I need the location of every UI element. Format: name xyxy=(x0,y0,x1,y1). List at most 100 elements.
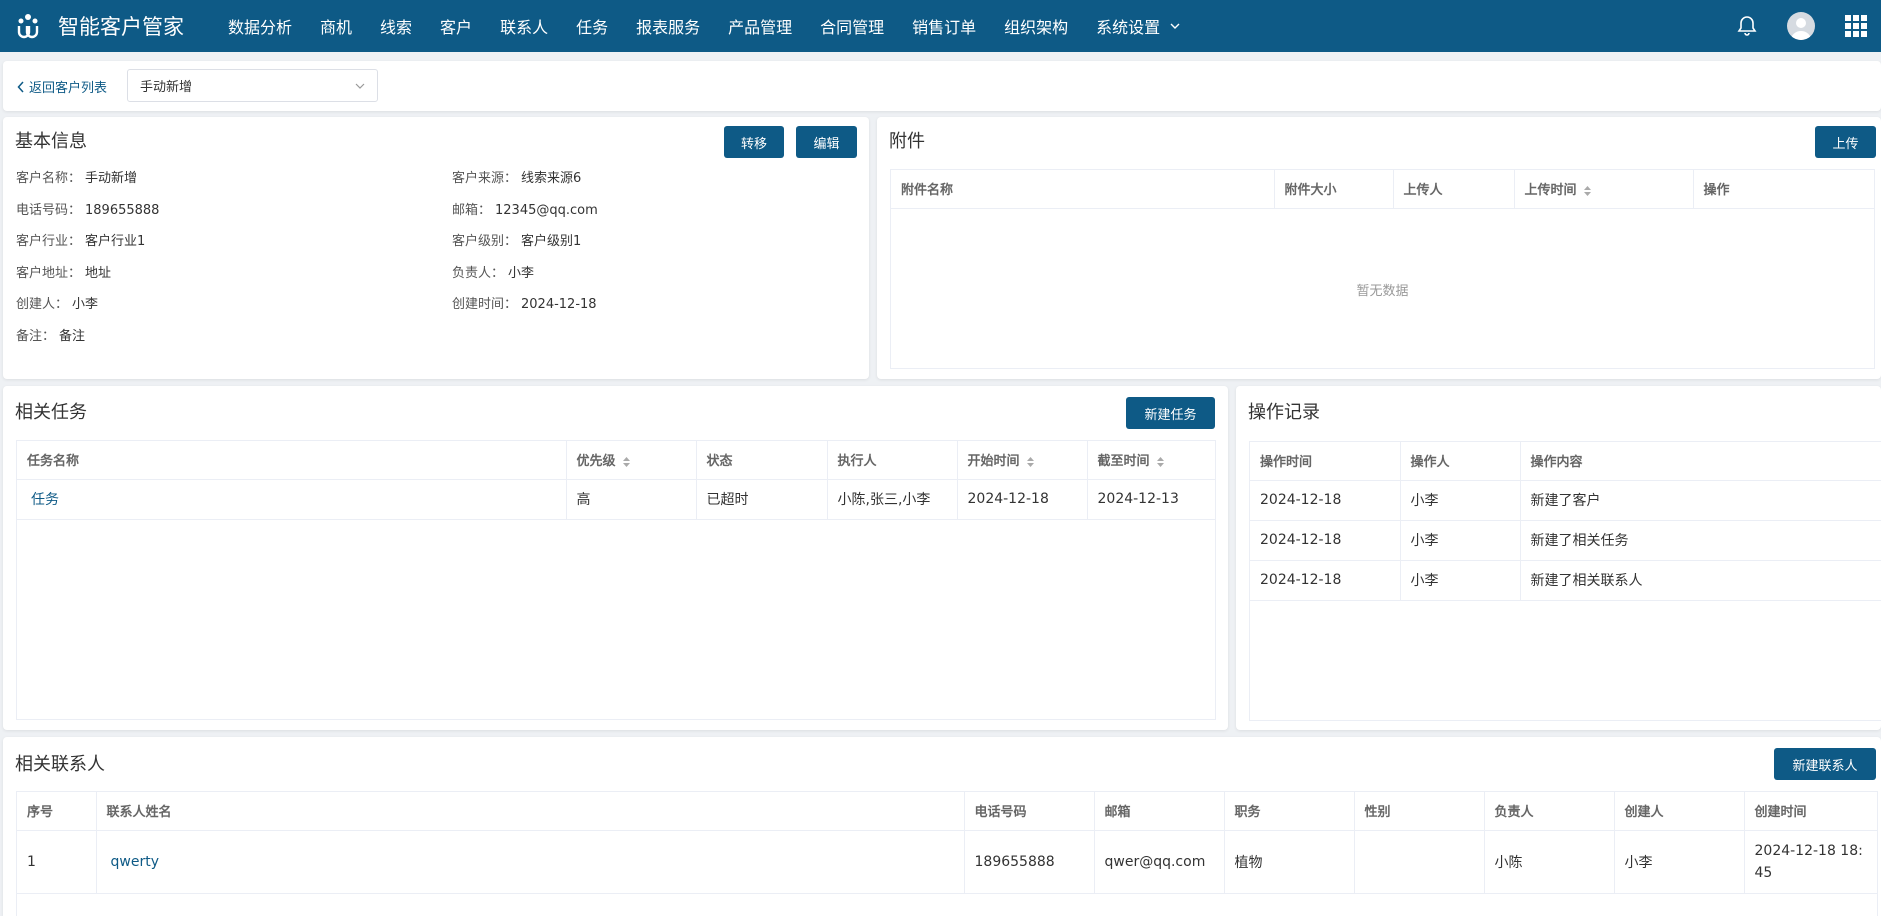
log-content: 新建了相关联系人 xyxy=(1520,560,1881,601)
basic-info-title: 基本信息 xyxy=(15,131,87,152)
nav-item-contracts[interactable]: 合同管理 xyxy=(820,14,884,38)
sort-icon[interactable] xyxy=(1583,185,1592,197)
col-gender: 性别 xyxy=(1354,792,1485,831)
edit-button[interactable]: 编辑 xyxy=(796,126,857,158)
col-creator: 创建人 xyxy=(1614,792,1745,831)
info-address: 客户地址： 地址 xyxy=(16,266,112,281)
col-status: 状态 xyxy=(696,441,828,480)
col-phone: 电话号码 xyxy=(964,792,1095,831)
contact-name-link[interactable]: qwerty xyxy=(111,854,159,870)
sub-toolbar: 返回客户列表 手动新增 xyxy=(3,61,1881,111)
task-name-link[interactable]: 任务 xyxy=(31,492,59,508)
col-upload-time[interactable]: 上传时间 xyxy=(1514,170,1694,209)
upload-button[interactable]: 上传 xyxy=(1815,126,1876,158)
contact-index: 1 xyxy=(17,830,97,894)
nav-item-leads[interactable]: 线索 xyxy=(380,14,412,38)
col-job: 职务 xyxy=(1224,792,1355,831)
related-contacts-title: 相关联系人 xyxy=(15,754,105,775)
log-time: 2024-12-18 xyxy=(1250,560,1401,601)
info-level: 客户级别： 客户级别1 xyxy=(452,234,582,249)
col-start-time[interactable]: 开始时间 xyxy=(957,441,1088,480)
brand[interactable]: 智能客户管家 xyxy=(14,11,214,41)
info-industry: 客户行业： 客户行业1 xyxy=(16,234,146,249)
log-time: 2024-12-18 xyxy=(1250,520,1401,561)
operation-log-title: 操作记录 xyxy=(1248,402,1320,423)
chevron-down-icon xyxy=(1170,23,1180,29)
attachments-title: 附件 xyxy=(889,131,925,152)
nav-item-products[interactable]: 产品管理 xyxy=(728,14,792,38)
app-logo-icon xyxy=(17,14,39,39)
transfer-button[interactable]: 转移 xyxy=(724,126,784,158)
operation-log-panel: 操作记录 操作时间 操作人 操作内容 2024-12-18 小李 新建了客户 2… xyxy=(1236,386,1881,730)
nav-item-organization[interactable]: 组织架构 xyxy=(1004,14,1068,38)
contact-owner: 小陈 xyxy=(1484,830,1615,894)
contact-created-time: 2024-12-18 18: 45 xyxy=(1744,830,1877,894)
col-attachment-name: 附件名称 xyxy=(891,170,1275,209)
nav-item-reports[interactable]: 报表服务 xyxy=(636,14,700,38)
nav-item-sales-orders[interactable]: 销售订单 xyxy=(912,14,976,38)
nav-item-customers[interactable]: 客户 xyxy=(440,14,472,38)
related-contacts-panel: 相关联系人 新建联系人 序号 联系人姓名 电话号码 邮箱 职务 性别 负责人 创… xyxy=(3,737,1881,916)
table-row: 任务 高 已超时 小陈,张三,小李 2024-12-18 2024-12-13 xyxy=(17,479,1215,520)
back-to-customer-list-link[interactable]: 返回客户列表 xyxy=(17,77,107,96)
table-row: 2024-12-18 小李 新建了相关联系人 xyxy=(1250,560,1881,601)
col-priority[interactable]: 优先级 xyxy=(566,441,697,480)
info-created-time: 创建时间： 2024-12-18 xyxy=(452,297,597,312)
col-email: 邮箱 xyxy=(1094,792,1225,831)
task-executor: 小陈,张三,小李 xyxy=(827,479,958,520)
col-op-content: 操作内容 xyxy=(1520,442,1881,481)
bell-icon[interactable] xyxy=(1735,14,1759,38)
log-user: 小李 xyxy=(1400,560,1521,601)
apps-grid-icon[interactable] xyxy=(1845,15,1867,37)
attachments-panel: 附件 上传 附件名称 附件大小 上传人 上传时间 操作 暂无数据 xyxy=(877,117,1881,379)
log-content: 新建了客户 xyxy=(1520,480,1881,521)
task-status: 已超时 xyxy=(696,479,828,520)
customer-select[interactable]: 手动新增 xyxy=(127,69,378,102)
basic-info-panel: 基本信息 转移 编辑 客户名称： 手动新增 客户来源： 线索来源6 电话号码： 189… xyxy=(3,117,869,379)
avatar-icon[interactable] xyxy=(1787,12,1815,40)
app-name: 智能客户管家 xyxy=(58,15,184,39)
col-owner: 负责人 xyxy=(1484,792,1615,831)
related-tasks-panel: 相关任务 新建任务 任务名称 优先级 状态 执行人 开始时间 截至时间 任务 高… xyxy=(3,386,1228,730)
chevron-down-icon xyxy=(355,83,365,89)
info-remark: 备注： 备注 xyxy=(16,329,86,344)
nav-item-data-analysis[interactable]: 数据分析 xyxy=(228,14,292,38)
contact-created-time-line2: 45 xyxy=(1754,864,1773,881)
task-end: 2024-12-13 xyxy=(1087,479,1215,520)
task-start: 2024-12-18 xyxy=(957,479,1088,520)
contact-gender xyxy=(1354,830,1485,894)
sort-icon[interactable] xyxy=(622,456,631,468)
nav-item-opportunity[interactable]: 商机 xyxy=(320,14,352,38)
log-time: 2024-12-18 xyxy=(1250,480,1401,521)
col-created-time: 创建时间 xyxy=(1744,792,1877,831)
nav-item-contacts[interactable]: 联系人 xyxy=(500,14,548,38)
col-attachment-size: 附件大小 xyxy=(1274,170,1394,209)
col-end-time[interactable]: 截至时间 xyxy=(1087,441,1215,480)
new-task-button[interactable]: 新建任务 xyxy=(1126,397,1215,429)
nav-right xyxy=(1735,0,1867,52)
log-user: 小李 xyxy=(1400,480,1521,521)
sort-icon[interactable] xyxy=(1026,456,1035,468)
info-owner: 负责人： 小李 xyxy=(452,266,535,281)
new-contact-button[interactable]: 新建联系人 xyxy=(1774,748,1876,780)
top-nav: 智能客户管家 数据分析 商机 线索 客户 联系人 任务 报表服务 产品管理 合同… xyxy=(0,0,1881,52)
back-link-label: 返回客户列表 xyxy=(29,81,108,96)
col-index: 序号 xyxy=(17,792,97,831)
col-uploader: 上传人 xyxy=(1393,170,1515,209)
col-op-user: 操作人 xyxy=(1400,442,1521,481)
nav-item-settings[interactable]: 系统设置 xyxy=(1096,14,1180,38)
table-row: 2024-12-18 小李 新建了客户 xyxy=(1250,480,1881,521)
empty-text: 暂无数据 xyxy=(1356,284,1409,299)
info-phone: 电话号码： 189655888 xyxy=(16,203,160,218)
info-customer-name: 客户名称： 手动新增 xyxy=(16,171,138,186)
customer-select-value: 手动新增 xyxy=(140,80,193,95)
nav-item-tasks[interactable]: 任务 xyxy=(576,14,608,38)
nav-menu: 数据分析 商机 线索 客户 联系人 任务 报表服务 产品管理 合同管理 销售订单… xyxy=(228,14,1208,38)
col-contact-name: 联系人姓名 xyxy=(96,792,965,831)
logs-table: 操作时间 操作人 操作内容 2024-12-18 小李 新建了客户 2024-1… xyxy=(1249,441,1881,721)
sort-icon[interactable] xyxy=(1156,456,1165,468)
contact-phone: 189655888 xyxy=(964,830,1095,894)
col-executor: 执行人 xyxy=(827,441,958,480)
col-actions: 操作 xyxy=(1693,170,1874,209)
contact-creator: 小李 xyxy=(1614,830,1745,894)
